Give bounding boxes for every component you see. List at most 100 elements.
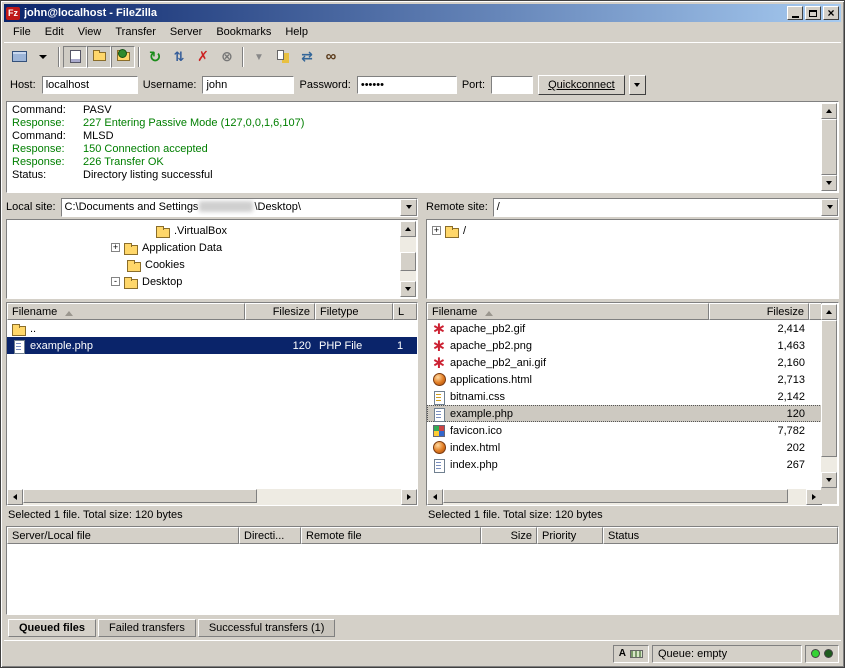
scroll-down-button[interactable] [821,175,837,191]
column-header-server-local-file[interactable]: Server/Local file [7,527,239,544]
column-header-filetype[interactable]: Filetype [315,303,393,320]
tree-item[interactable]: / [427,222,838,239]
file-row[interactable]: favicon.ico 7,782 [427,422,822,439]
scroll-left-button[interactable] [7,489,23,505]
local-site-combobox[interactable]: C:\Documents and Settings\Desktop\ [61,198,418,217]
column-header-priority[interactable]: Priority [537,527,603,544]
transfer-type-indicator[interactable]: A [619,648,626,659]
file-row[interactable]: bitnami.css 2,142 [427,388,822,405]
tree-item[interactable]: Cookies [7,256,417,273]
file-type [315,320,393,337]
scroll-right-button[interactable] [401,489,417,505]
php-file-icon [11,339,27,353]
minimize-button[interactable] [787,6,803,20]
refresh-button[interactable] [143,46,167,68]
file-row[interactable]: applications.html 2,713 [427,371,822,388]
column-header-status[interactable]: Status [603,527,838,544]
log-label: Command: [7,130,83,143]
titlebar[interactable]: Fz john@localhost - FileZilla [4,4,841,22]
synchronized-browsing-button[interactable] [295,46,319,68]
scroll-right-button[interactable] [806,489,822,505]
combobox-dropdown-button[interactable] [821,199,838,216]
file-row[interactable]: apache_pb2.png 1,463 [427,337,822,354]
file-row[interactable]: index.php 267 [427,456,822,473]
scrollbar-thumb[interactable] [821,119,837,175]
close-button[interactable] [823,6,839,20]
remote-treeview-toggle-button[interactable] [111,46,135,68]
username-input[interactable] [202,76,294,94]
log-line: Status:Directory listing successful [7,169,820,182]
menu-file[interactable]: File [6,24,38,40]
local-list-hscrollbar[interactable] [7,489,417,505]
log-scrollbar[interactable] [821,103,837,191]
disconnect-button[interactable] [215,46,239,68]
tree-item[interactable]: Desktop [7,273,417,290]
column-header-filesize[interactable]: Filesize [709,303,809,320]
column-header-direction[interactable]: Directi... [239,527,301,544]
remote-list-hscrollbar[interactable] [427,489,822,505]
process-queue-button[interactable] [167,46,191,68]
tree-expander-icon[interactable] [432,226,441,235]
cancel-button[interactable] [191,46,215,68]
scroll-down-button[interactable] [821,472,837,488]
tree-expander-icon[interactable] [111,243,120,252]
column-header-filename[interactable]: Filename [7,303,245,320]
find-files-button[interactable] [319,46,343,68]
column-header-filename[interactable]: Filename [427,303,709,320]
menu-view[interactable]: View [71,24,109,40]
tree-item[interactable]: Application Data [7,239,417,256]
remote-site-combobox[interactable]: / [493,198,839,217]
maximize-button[interactable] [805,6,821,20]
remote-list-vscrollbar[interactable] [821,304,837,488]
combobox-dropdown-button[interactable] [400,199,417,216]
message-log-toggle-button[interactable] [63,46,87,68]
php-file-icon [431,458,447,472]
local-treeview-toggle-button[interactable] [87,46,111,68]
port-input[interactable] [491,76,533,94]
file-row[interactable]: index.html 202 [427,439,822,456]
statusbar: A Queue: empty [4,640,841,664]
menu-help[interactable]: Help [278,24,315,40]
speed-limit-icon[interactable] [630,650,643,658]
tree-expander-icon[interactable] [111,277,120,286]
scrollbar-thumb[interactable] [400,252,416,270]
tab-successful-transfers[interactable]: Successful transfers (1) [198,619,336,637]
tree-expander-icon[interactable] [140,226,152,235]
directory-comparison-button[interactable] [271,46,295,68]
queue-body[interactable] [7,544,838,614]
file-row[interactable]: apache_pb2.gif 2,414 [427,320,822,337]
column-header-remote-file[interactable]: Remote file [301,527,481,544]
scrollbar-thumb[interactable] [821,320,837,457]
scroll-up-button[interactable] [400,221,416,237]
scroll-up-button[interactable] [821,103,837,119]
menu-bookmarks[interactable]: Bookmarks [209,24,278,40]
scroll-down-button[interactable] [400,281,416,297]
file-row[interactable]: apache_pb2_ani.gif 2,160 [427,354,822,371]
menu-server[interactable]: Server [163,24,209,40]
scroll-left-button[interactable] [427,489,443,505]
scrollbar-thumb[interactable] [443,489,788,503]
scrollbar-thumb[interactable] [23,489,257,503]
menu-transfer[interactable]: Transfer [108,24,163,40]
file-row[interactable]: .. [7,320,417,337]
column-header-last-modified[interactable]: L [393,303,417,320]
tab-failed-transfers[interactable]: Failed transfers [98,619,196,637]
column-header-size[interactable]: Size [481,527,537,544]
menu-edit[interactable]: Edit [38,24,71,40]
tree-item[interactable]: .VirtualBox [7,222,417,239]
arrow-down-icon [826,478,832,485]
filter-button[interactable] [247,46,271,68]
column-header-filesize[interactable]: Filesize [245,303,315,320]
site-manager-button[interactable] [7,46,31,68]
file-row-selected[interactable]: example.php 120 PHP File 1 [7,337,417,354]
scroll-up-button[interactable] [821,304,837,320]
host-input[interactable] [42,76,138,94]
log-label: Response: [7,143,83,156]
quickconnect-button[interactable]: Quickconnect [538,75,625,95]
local-tree-scrollbar[interactable] [400,221,416,297]
password-input[interactable] [357,76,457,94]
tab-queued-files[interactable]: Queued files [8,619,96,637]
site-manager-dropdown-button[interactable] [31,46,55,68]
quickconnect-dropdown-button[interactable] [629,75,646,95]
file-row-selected[interactable]: example.php 120 [427,405,822,422]
